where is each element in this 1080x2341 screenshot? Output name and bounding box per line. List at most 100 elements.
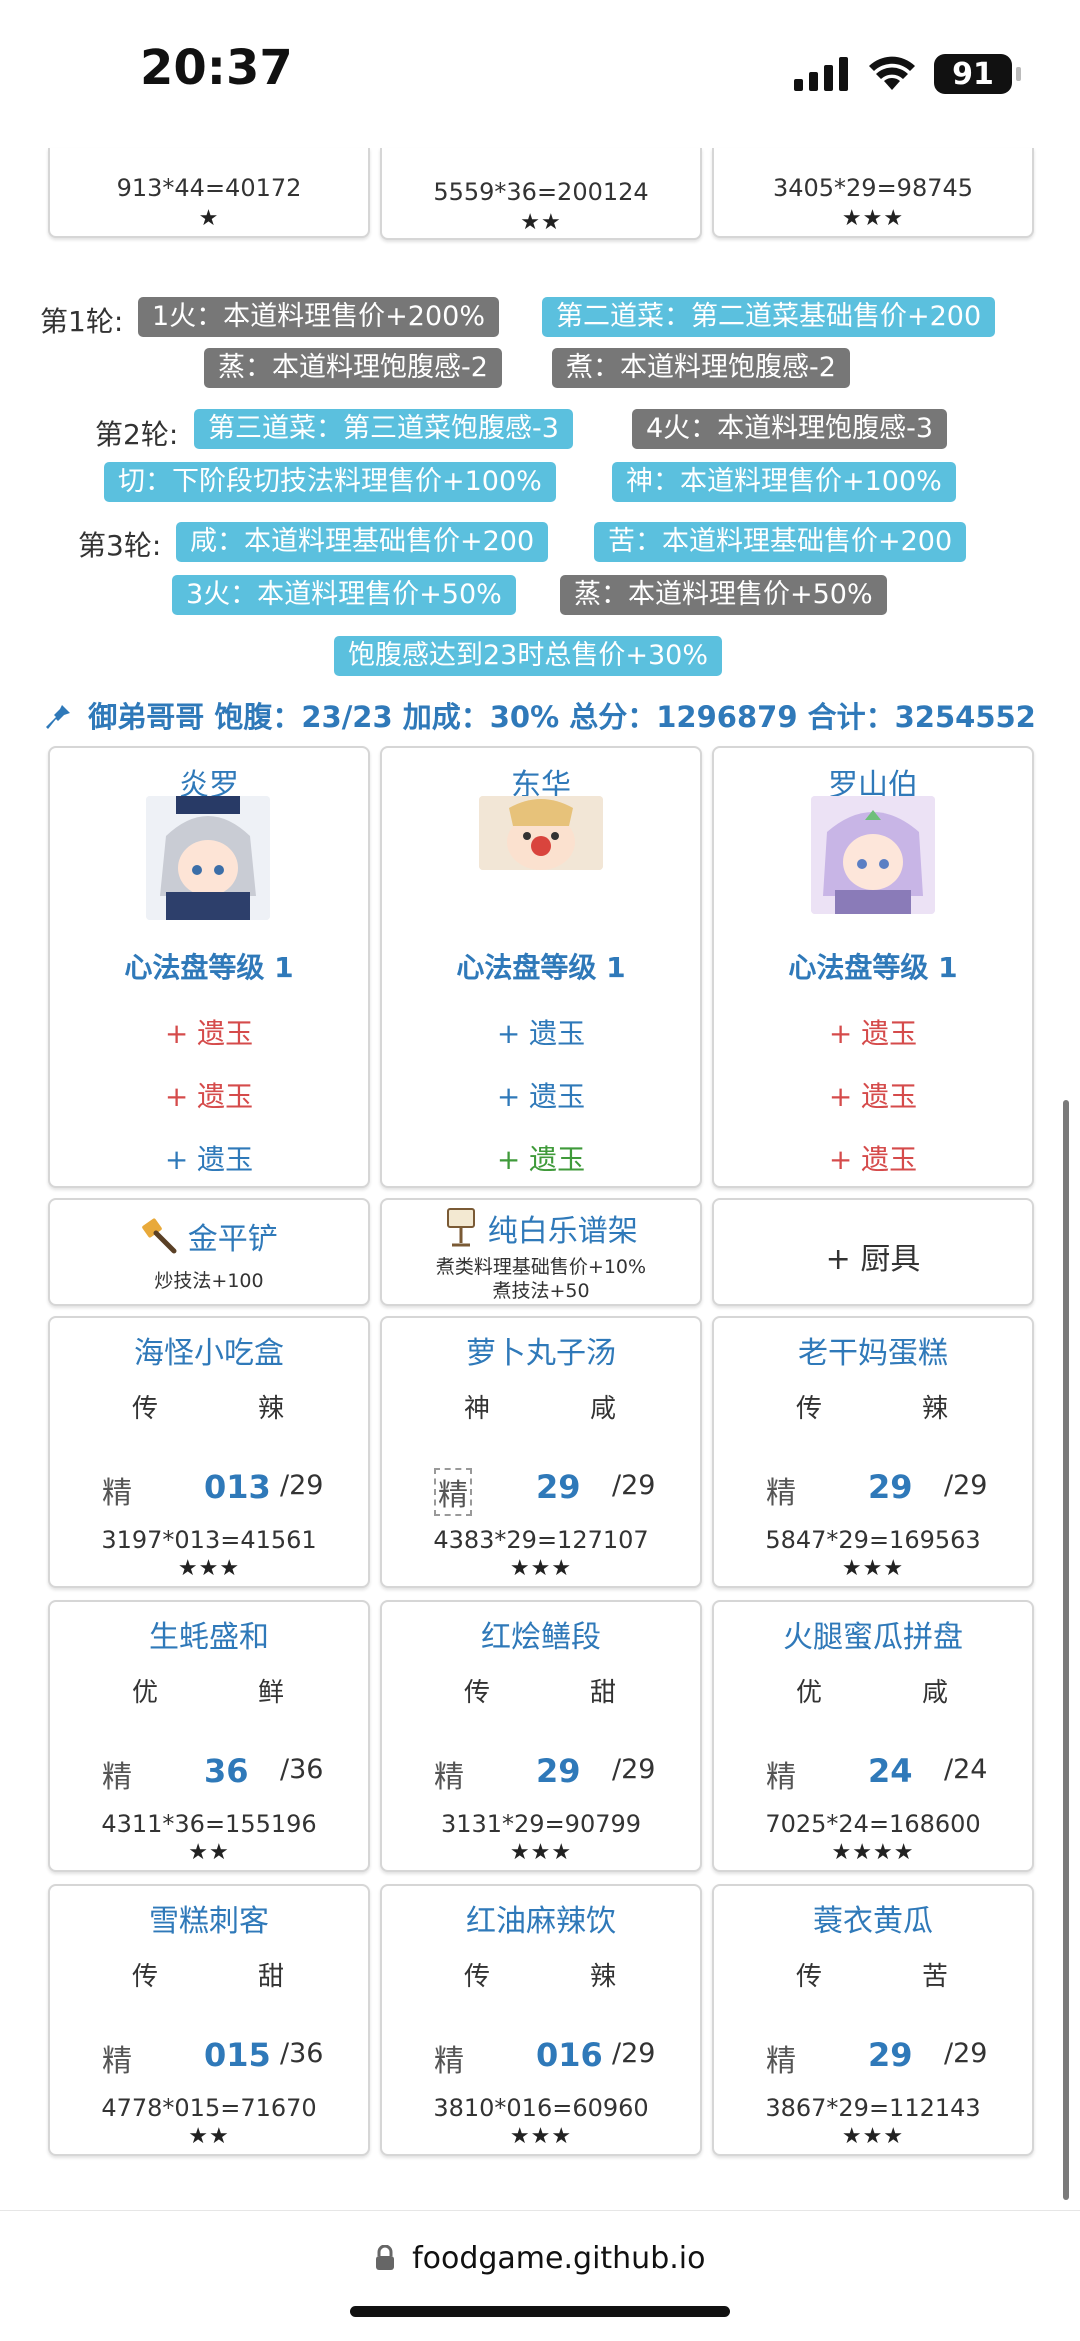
dish-card[interactable]: 生蚝盛和优 鲜精 36/36 4311*36=155196 ★★	[48, 1600, 370, 1872]
dish-skill: 辣	[922, 1394, 949, 1424]
dish-name: 红油麻辣饮	[466, 1904, 616, 1939]
dish-limit: /36	[280, 2038, 324, 2069]
equipment-card[interactable]: 金平铲 炒技法+100	[48, 1198, 370, 1306]
status-time: 20:37	[140, 40, 293, 96]
chef-card[interactable]: 炎罗 心法盘等级 1 + 遗玉 + 遗玉 + 遗玉	[48, 746, 370, 1188]
dish-stars: ★★	[188, 2124, 230, 2149]
dish-quantity[interactable]: 29	[536, 1752, 581, 1790]
dish-grade: 精	[102, 2044, 132, 2079]
equipment-name: 纯白乐谱架	[487, 1214, 638, 1249]
dish-grade: 精	[766, 1760, 796, 1795]
jade-slot-3[interactable]: + 遗玉	[714, 1138, 1032, 1178]
equipment-name: 金平铲	[187, 1222, 278, 1257]
equipment-desc: 煮技法+50	[492, 1280, 590, 1302]
jade-slot-1[interactable]: + 遗玉	[382, 1012, 700, 1052]
dish-quantity[interactable]: 29	[868, 1468, 913, 1506]
round-1-label: 第1轮:	[40, 305, 124, 338]
dish-grade: 精	[766, 1476, 796, 1511]
dish-card[interactable]: 火腿蜜瓜拼盘优 咸精 24/24 7025*24=168600 ★★★★	[712, 1600, 1034, 1872]
chef-card[interactable]: 罗山伯 心法盘等级 1 + 遗玉 + 遗玉 + 遗玉	[712, 746, 1034, 1188]
pin-icon	[46, 705, 71, 729]
rule-tag: 4火：本道料理饱腹感-3	[632, 409, 948, 449]
browser-url-bar[interactable]: foodgame.github.io	[0, 2210, 1080, 2301]
dish-stars: ★★★	[177, 1556, 241, 1581]
dish-skill: 辣	[590, 1962, 617, 1992]
dish-name: 生蚝盛和	[149, 1620, 269, 1655]
jade-slot-3[interactable]: + 遗玉	[50, 1138, 368, 1178]
dish-skill: 甜	[258, 1962, 285, 1992]
dish-quantity[interactable]: 29	[868, 2036, 913, 2074]
jade-slot-2[interactable]: + 遗玉	[382, 1075, 700, 1115]
add-equipment-button[interactable]: + 厨具	[712, 1198, 1034, 1306]
add-equipment-label: + 厨具	[825, 1242, 921, 1277]
dish-name: 海怪小吃盒	[134, 1336, 284, 1371]
dish-stars: ★★★	[509, 2124, 573, 2149]
dish-card[interactable]: 海怪小吃盒传 辣精 013/29 3197*013=41561 ★★★	[48, 1316, 370, 1588]
dish-card: 5559*36=200124 ★★	[380, 148, 702, 240]
url-text: foodgame.github.io	[412, 2241, 706, 2276]
dish-card: 913*44=40172 ★	[48, 148, 370, 238]
dish-skill: 优	[796, 1678, 823, 1708]
dish-stars: ★★★	[841, 206, 905, 231]
dish-formula: 3405*29=98745	[772, 174, 974, 202]
dish-limit: /36	[280, 1754, 324, 1785]
equipment-title: 金平铲	[50, 1214, 368, 1258]
dish-quantity[interactable]: 013	[204, 1468, 271, 1506]
equipment-title: 纯白乐谱架	[382, 1206, 700, 1250]
dish-card[interactable]: 蓑衣黄瓜传 苦精 29/29 3867*29=112143 ★★★	[712, 1884, 1034, 2156]
chef-avatar	[811, 796, 935, 914]
dish-card[interactable]: 红油麻辣饮传 辣精 016/29 3810*016=60960 ★★★	[380, 1884, 702, 2156]
equipment-card[interactable]: 纯白乐谱架 煮类料理基础售价+10% 煮技法+50	[380, 1198, 702, 1306]
dish-card[interactable]: 萝卜丸子汤神 咸精 29/29 4383*29=127107 ★★★	[380, 1316, 702, 1588]
jade-slot-2[interactable]: + 遗玉	[50, 1075, 368, 1115]
dish-grade: 精	[434, 1760, 464, 1795]
dish-name: 红烩鳝段	[481, 1620, 601, 1655]
music-stand-icon	[447, 1208, 476, 1247]
dish-name: 火腿蜜瓜拼盘	[783, 1620, 963, 1655]
rule-tag: 第二道菜：第二道菜基础售价+200	[542, 297, 996, 337]
dish-card[interactable]: 红烩鳝段传 甜精 29/29 3131*29=90799 ★★★	[380, 1600, 702, 1872]
dish-skill: 传	[132, 1394, 159, 1424]
dish-formula: 5559*36=200124	[433, 178, 649, 206]
dish-skill: 咸	[590, 1394, 617, 1424]
dish-skill: 传	[796, 1394, 823, 1424]
dish-quantity[interactable]: 24	[868, 1752, 913, 1790]
rule-tag: 苦：本道料理基础售价+200	[594, 522, 967, 562]
spatula-icon	[142, 1218, 177, 1254]
dish-stars: ★★★	[841, 2124, 905, 2149]
rule-tag: 蒸：本道料理饱腹感-2	[204, 348, 502, 388]
dish-name: 蓑衣黄瓜	[813, 1904, 933, 1939]
dish-formula: 3810*016=60960	[433, 2094, 649, 2122]
jade-slot-3[interactable]: + 遗玉	[382, 1138, 700, 1178]
jade-slot-1[interactable]: + 遗玉	[50, 1012, 368, 1052]
dish-card[interactable]: 老干妈蛋糕传 辣精 29/29 5847*29=169563 ★★★	[712, 1316, 1034, 1588]
dish-grade: 精	[102, 1476, 132, 1511]
jade-slot-2[interactable]: + 遗玉	[714, 1075, 1032, 1115]
rule-tag: 神：本道料理售价+100%	[612, 462, 956, 502]
dish-stars: ★★★	[509, 1840, 573, 1865]
round-2-label: 第2轮:	[95, 418, 179, 451]
chef-level: 心法盘等级 1	[456, 951, 626, 984]
dish-limit: /29	[612, 1470, 656, 1501]
bonus-tag: 饱腹感达到23时总售价+30%	[334, 636, 722, 676]
round-3-label: 第3轮:	[78, 529, 162, 562]
dish-formula: 4778*015=71670	[101, 2094, 317, 2122]
dish-quantity[interactable]: 016	[536, 2036, 603, 2074]
dish-skill: 神	[464, 1394, 491, 1424]
dish-stars: ★★	[188, 1840, 230, 1865]
chef-card[interactable]: 东华 心法盘等级 1 + 遗玉 + 遗玉 + 遗玉	[380, 746, 702, 1188]
jade-slot-1[interactable]: + 遗玉	[714, 1012, 1032, 1052]
status-icons: 91	[794, 52, 1021, 96]
dish-skill: 甜	[590, 1678, 617, 1708]
dish-skill: 鲜	[258, 1678, 285, 1708]
dish-formula: 3131*29=90799	[440, 1810, 642, 1838]
dish-quantity[interactable]: 015	[204, 2036, 271, 2074]
scrollbar[interactable]	[1063, 1100, 1069, 2200]
dish-card[interactable]: 雪糕刺客传 甜精 015/36 4778*015=71670 ★★	[48, 1884, 370, 2156]
dish-name: 萝卜丸子汤	[466, 1336, 616, 1371]
dish-grade: 精	[766, 2044, 796, 2079]
dish-quantity[interactable]: 29	[536, 1468, 581, 1506]
dish-grade: 精	[434, 2044, 464, 2079]
dish-quantity[interactable]: 36	[204, 1752, 249, 1790]
home-indicator	[350, 2306, 730, 2317]
